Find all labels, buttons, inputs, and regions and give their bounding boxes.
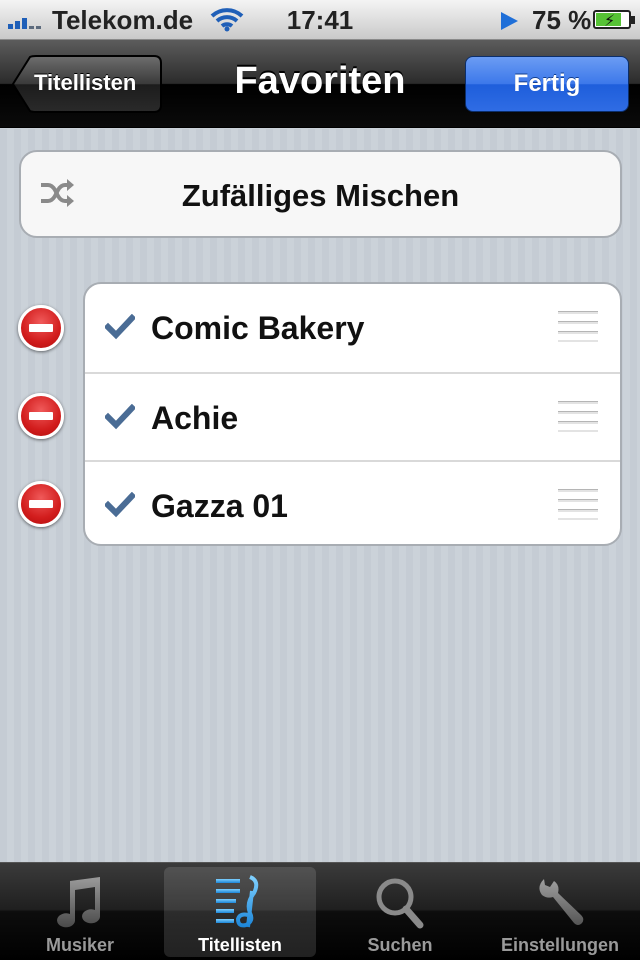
wrench-icon [484, 873, 636, 931]
checkmark-icon [103, 313, 137, 345]
battery-charging-icon: ⚡ [593, 10, 635, 30]
reorder-handle-icon[interactable] [558, 311, 598, 343]
shuffle-label: Zufälliges Mischen [181, 178, 460, 213]
tab-musiker[interactable]: Musiker [4, 867, 156, 957]
status-bar: Telekom.de 17:41 75 % ⚡ [0, 0, 640, 40]
tab-label: Titellisten [198, 935, 282, 955]
checkmark-icon [103, 491, 137, 523]
tab-label: Suchen [367, 935, 433, 955]
play-icon [498, 8, 520, 39]
track-list: Comic Bakery Achie Gazza 01 [83, 282, 622, 546]
tab-einstellungen[interactable]: Einstellungen [484, 867, 636, 957]
list-item[interactable]: Comic Bakery [85, 284, 620, 372]
track-title: Comic Bakery [151, 310, 365, 346]
reorder-handle-icon[interactable] [558, 489, 598, 521]
playlist-editor: Zufälliges Mischen Comic Bakery Achie Ga… [0, 129, 640, 862]
done-button[interactable]: Fertig [465, 56, 629, 112]
battery-percent: 75 % [532, 5, 592, 35]
playlist-icon [164, 873, 316, 931]
music-note-icon [4, 873, 156, 931]
delete-button[interactable] [18, 393, 64, 439]
search-icon [324, 873, 476, 931]
delete-button[interactable] [18, 481, 64, 527]
delete-button[interactable] [18, 305, 64, 351]
list-item[interactable]: Gazza 01 [85, 460, 620, 544]
tab-label: Einstellungen [500, 935, 619, 955]
tab-titellisten[interactable]: Titellisten [164, 867, 316, 957]
track-title: Achie [151, 400, 239, 436]
tab-bar: Musiker Titellisten Suchen Einstellungen [0, 862, 640, 960]
track-title: Gazza 01 [151, 488, 288, 524]
tab-suchen[interactable]: Suchen [324, 867, 476, 957]
reorder-handle-icon[interactable] [558, 401, 598, 433]
list-item[interactable]: Achie [85, 372, 620, 460]
shuffle-button[interactable]: Zufälliges Mischen [19, 150, 622, 238]
checkmark-icon [103, 403, 137, 435]
tab-label: Musiker [45, 935, 115, 955]
navigation-bar: Titellisten Favoriten Fertig [0, 40, 640, 128]
